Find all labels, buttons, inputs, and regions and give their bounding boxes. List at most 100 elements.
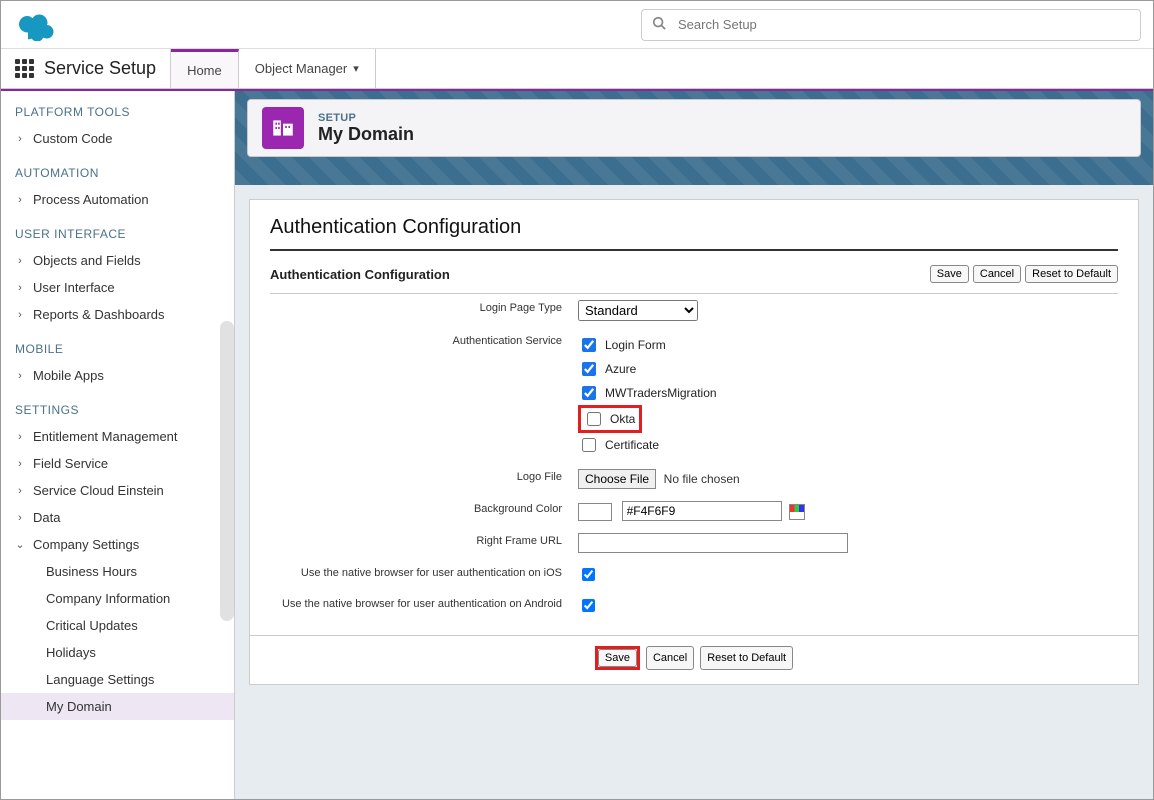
- android-native-checkbox[interactable]: [582, 599, 595, 612]
- auth-service-option: Certificate: [578, 433, 1110, 457]
- sidebar-subitem[interactable]: Company Information: [1, 585, 234, 612]
- cancel-button-top[interactable]: Cancel: [973, 265, 1021, 283]
- right-frame-url-input[interactable]: [578, 533, 848, 553]
- chevron-right-icon: ›: [15, 133, 25, 145]
- label-ios-native: Use the native browser for user authenti…: [270, 559, 570, 590]
- sidebar-item[interactable]: › Entitlement Management: [1, 423, 234, 450]
- sidebar-item-label: Company Settings: [33, 537, 139, 552]
- config-form: Login Page Type Standard Authentication …: [270, 294, 1118, 621]
- sidebar-item-label: Service Cloud Einstein: [33, 483, 164, 498]
- page-title: My Domain: [318, 124, 414, 145]
- chevron-right-icon: ›: [15, 370, 25, 382]
- auth-service-option: MWTradersMigration: [578, 381, 1110, 405]
- my-domain-icon: [262, 107, 304, 149]
- tab-object-manager-label: Object Manager: [255, 61, 348, 76]
- cancel-button-bottom[interactable]: Cancel: [646, 646, 694, 670]
- auth-service-label: MWTradersMigration: [605, 386, 717, 400]
- tab-object-manager[interactable]: Object Manager ▾: [239, 49, 376, 88]
- ios-native-checkbox[interactable]: [582, 568, 595, 581]
- auth-service-option: Azure: [578, 357, 1110, 381]
- global-header: [1, 1, 1153, 49]
- auth-service-option: Login Form: [578, 333, 1110, 357]
- save-button-top[interactable]: Save: [930, 265, 969, 283]
- app-viewport: Service Setup Home Object Manager ▾ PLAT…: [0, 0, 1154, 800]
- chevron-right-icon: ›: [15, 512, 25, 524]
- auth-service-checkbox[interactable]: [582, 338, 596, 352]
- chevron-right-icon: ›: [15, 309, 25, 321]
- chevron-right-icon: ›: [15, 485, 25, 497]
- page-eyebrow: SETUP: [318, 112, 414, 124]
- auth-service-checkbox[interactable]: [582, 386, 596, 400]
- sidebar-item-label: Entitlement Management: [33, 429, 178, 444]
- nav-bar: Service Setup Home Object Manager ▾: [1, 49, 1153, 89]
- sidebar-item[interactable]: › Reports & Dashboards: [1, 301, 234, 328]
- sidebar-subitem[interactable]: Holidays: [1, 639, 234, 666]
- salesforce-logo: [13, 9, 61, 41]
- chevron-down-icon: ⌄: [15, 538, 25, 551]
- label-right-frame: Right Frame URL: [270, 527, 570, 559]
- auth-service-checkbox[interactable]: [587, 412, 601, 426]
- sidebar-item[interactable]: ›Mobile Apps: [1, 362, 234, 389]
- global-search[interactable]: [641, 9, 1141, 41]
- sidebar-item[interactable]: › Service Cloud Einstein: [1, 477, 234, 504]
- sidebar-item-label: Reports & Dashboards: [33, 307, 165, 322]
- color-swatch[interactable]: [578, 503, 612, 521]
- sidebar-item[interactable]: › Field Service: [1, 450, 234, 477]
- content-main-title: Authentication Configuration: [270, 216, 1118, 239]
- sidebar-scrollbar[interactable]: [220, 321, 234, 621]
- setup-sidebar[interactable]: PLATFORM TOOLS›Custom CodeAUTOMATION›Pro…: [1, 91, 235, 800]
- sidebar-subitem[interactable]: Critical Updates: [1, 612, 234, 639]
- main-panel: SETUP My Domain Authentication Configura…: [235, 91, 1153, 800]
- auth-service-label: Okta: [610, 412, 635, 426]
- sidebar-section-heading: MOBILE: [1, 328, 234, 362]
- sidebar-item[interactable]: ›Objects and Fields: [1, 247, 234, 274]
- sidebar-subitem[interactable]: Language Settings: [1, 666, 234, 693]
- choose-file-button[interactable]: Choose File: [578, 469, 656, 489]
- sidebar-item[interactable]: ›Custom Code: [1, 125, 234, 152]
- save-highlight: Save: [595, 646, 640, 670]
- label-bg-color: Background Color: [270, 495, 570, 527]
- tab-home-label: Home: [187, 63, 222, 78]
- chevron-down-icon: ▾: [353, 62, 359, 75]
- app-launcher-icon: [15, 59, 34, 78]
- sidebar-item[interactable]: ⌄ Company Settings: [1, 531, 234, 558]
- color-picker-icon[interactable]: [789, 504, 805, 520]
- reset-button-top[interactable]: Reset to Default: [1025, 265, 1118, 283]
- section-title: Authentication Configuration: [270, 267, 450, 282]
- sidebar-section-heading: AUTOMATION: [1, 152, 234, 186]
- app-title: Service Setup: [44, 58, 156, 79]
- auth-service-label: Certificate: [605, 438, 659, 452]
- sidebar-section-heading: PLATFORM TOOLS: [1, 91, 234, 125]
- label-android-native: Use the native browser for user authenti…: [270, 590, 570, 621]
- sidebar-section-heading: SETTINGS: [1, 389, 234, 423]
- auth-service-label: Azure: [605, 362, 636, 376]
- sidebar-subitem[interactable]: Business Hours: [1, 558, 234, 585]
- auth-service-label: Login Form: [605, 338, 666, 352]
- search-icon: [652, 16, 666, 33]
- auth-service-checkbox[interactable]: [582, 362, 596, 376]
- sidebar-item-label: User Interface: [33, 280, 115, 295]
- app-launcher[interactable]: Service Setup: [1, 49, 171, 88]
- header-pattern: SETUP My Domain: [235, 91, 1153, 185]
- section-header-bar: Authentication Configuration Save Cancel…: [270, 259, 1118, 294]
- sidebar-item-label: Process Automation: [33, 192, 149, 207]
- reset-button-bottom[interactable]: Reset to Default: [700, 646, 793, 670]
- chevron-right-icon: ›: [15, 255, 25, 267]
- chevron-right-icon: ›: [15, 458, 25, 470]
- login-page-type-select[interactable]: Standard: [578, 300, 698, 321]
- sidebar-subitem[interactable]: My Domain: [1, 693, 234, 720]
- auth-config-card: Authentication Configuration Authenticat…: [249, 199, 1139, 685]
- sidebar-item[interactable]: ›Process Automation: [1, 186, 234, 213]
- sidebar-item[interactable]: ›Data: [1, 504, 234, 531]
- body: PLATFORM TOOLS›Custom CodeAUTOMATION›Pro…: [1, 89, 1153, 800]
- save-button-bottom[interactable]: Save: [598, 649, 637, 667]
- sidebar-section-heading: USER INTERFACE: [1, 213, 234, 247]
- chevron-right-icon: ›: [15, 431, 25, 443]
- sidebar-item-label: Field Service: [33, 456, 108, 471]
- bg-color-input[interactable]: [622, 501, 782, 521]
- tab-home[interactable]: Home: [171, 49, 239, 88]
- auth-service-checkbox[interactable]: [582, 438, 596, 452]
- sidebar-item[interactable]: ›User Interface: [1, 274, 234, 301]
- label-login-page-type: Login Page Type: [270, 294, 570, 327]
- search-input[interactable]: [676, 16, 1130, 33]
